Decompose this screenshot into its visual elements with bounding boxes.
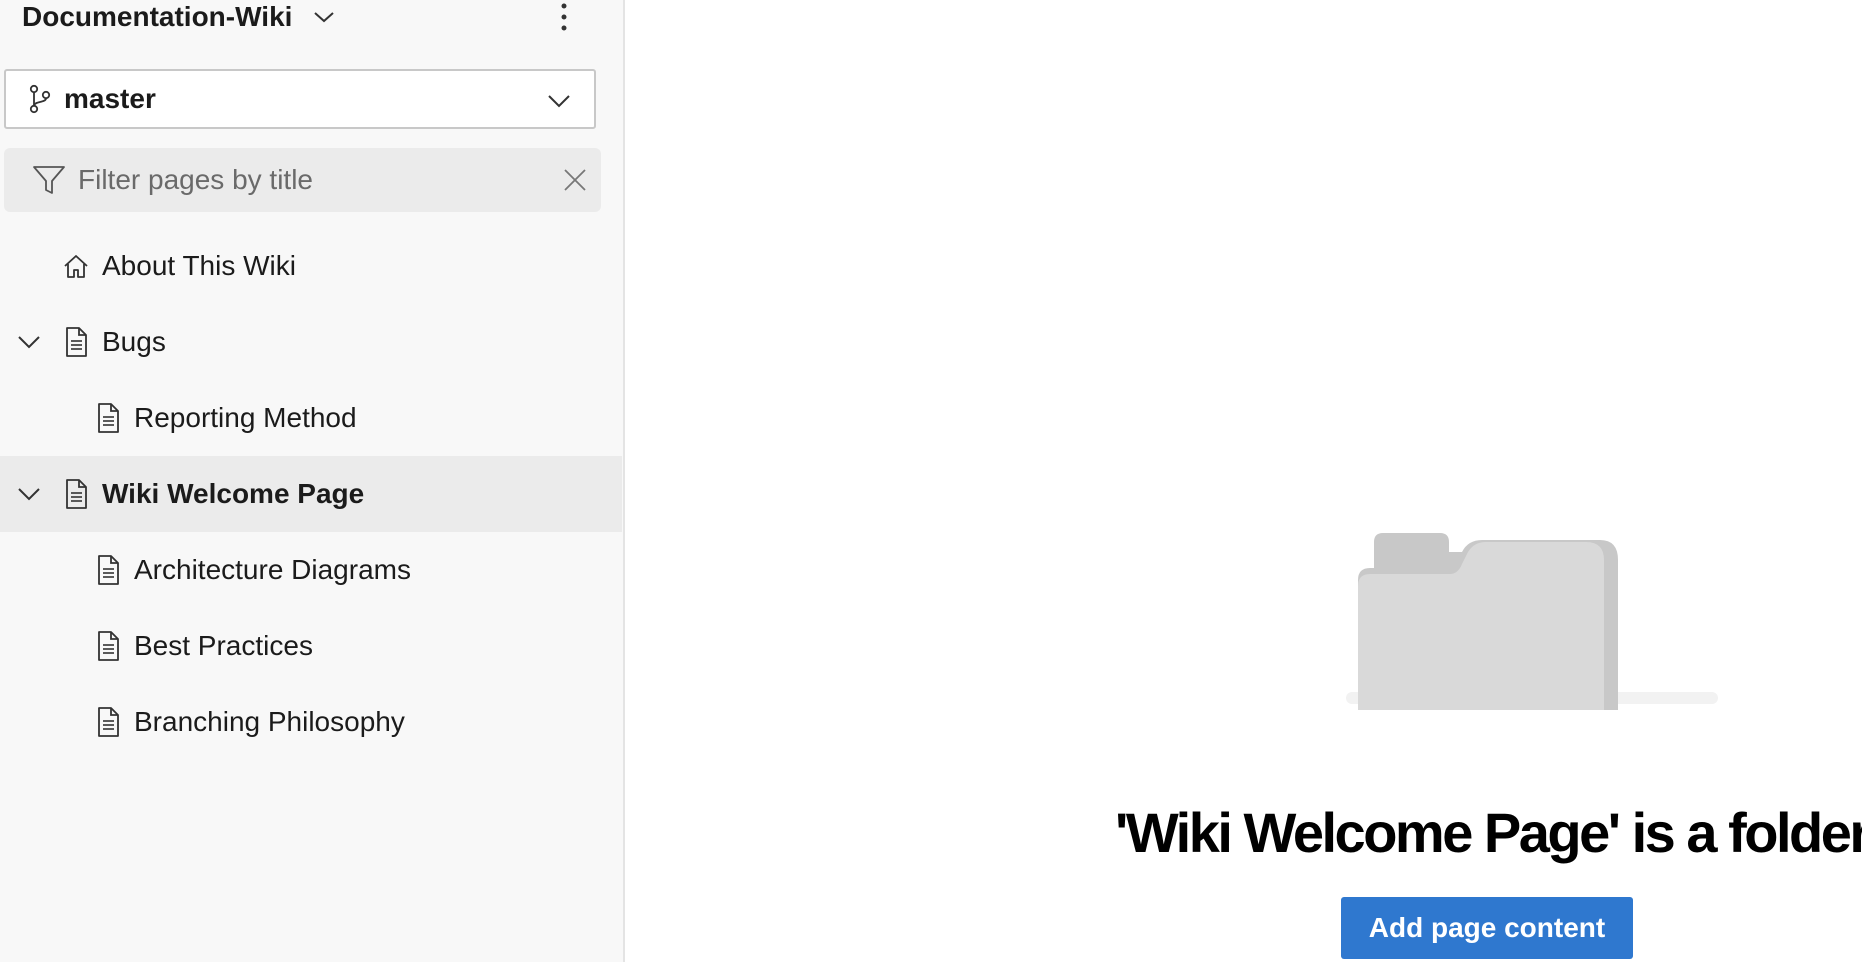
folder-illustration-icon (1346, 533, 1718, 710)
wiki-page: Documentation-Wiki master Filter pages b… (0, 0, 1862, 962)
git-branch-icon (29, 84, 51, 114)
filter-pages-input[interactable] (78, 160, 518, 200)
page-icon (98, 707, 119, 737)
tree-item-wiki-welcome-page[interactable]: Wiki Welcome Page (0, 456, 622, 532)
tree-item-label: Wiki Welcome Page (102, 478, 365, 509)
tree-item-about-this-wiki[interactable]: About This Wiki (0, 228, 622, 304)
page-icon (98, 403, 119, 433)
empty-state-title: 'Wiki Welcome Page' is a folder (1115, 801, 1862, 864)
tree-item-label: Architecture Diagrams (134, 554, 411, 585)
tree-item-label: About This Wiki (102, 250, 296, 281)
page-icon (66, 479, 87, 509)
tree-item-label: Reporting Method (134, 402, 357, 433)
more-options-button[interactable] (552, 0, 576, 34)
chevron-down-icon[interactable] (16, 481, 42, 507)
tree-item-architecture-diagrams[interactable]: Architecture Diagrams (0, 532, 622, 608)
branch-name: master (64, 83, 156, 114)
tree-item-label: Best Practices (134, 630, 313, 661)
branch-dropdown[interactable]: master (4, 69, 596, 129)
tree-item-bugs[interactable]: Bugs (0, 304, 622, 380)
add-page-content-button[interactable]: Add page content (1341, 897, 1633, 959)
tree-item-reporting-method[interactable]: Reporting Method (0, 380, 622, 456)
page-icon (66, 327, 87, 357)
page-icon (98, 555, 119, 585)
tree-item-label: Bugs (102, 326, 166, 357)
tree-item-branching-philosophy[interactable]: Branching Philosophy (0, 684, 622, 760)
more-vertical-icon (561, 3, 567, 31)
chevron-down-icon (314, 12, 335, 23)
main-content: 'Wiki Welcome Page' is a folder Add page… (625, 0, 1862, 962)
home-icon (64, 255, 88, 278)
page-tree: About This Wiki Bugs Reporting Method Wi… (0, 228, 622, 760)
wiki-title: Documentation-Wiki (22, 1, 293, 32)
wiki-selector[interactable]: Documentation-Wiki (22, 0, 336, 34)
tree-item-best-practices[interactable]: Best Practices (0, 608, 622, 684)
chevron-down-icon[interactable] (16, 329, 42, 355)
filter-icon (33, 166, 65, 194)
close-icon[interactable] (561, 166, 589, 194)
tree-item-label: Branching Philosophy (134, 706, 405, 737)
wiki-sidebar: Documentation-Wiki master Filter pages b… (0, 0, 625, 962)
page-icon (98, 631, 119, 661)
chevron-down-icon (548, 95, 570, 108)
filter-box (4, 148, 601, 212)
